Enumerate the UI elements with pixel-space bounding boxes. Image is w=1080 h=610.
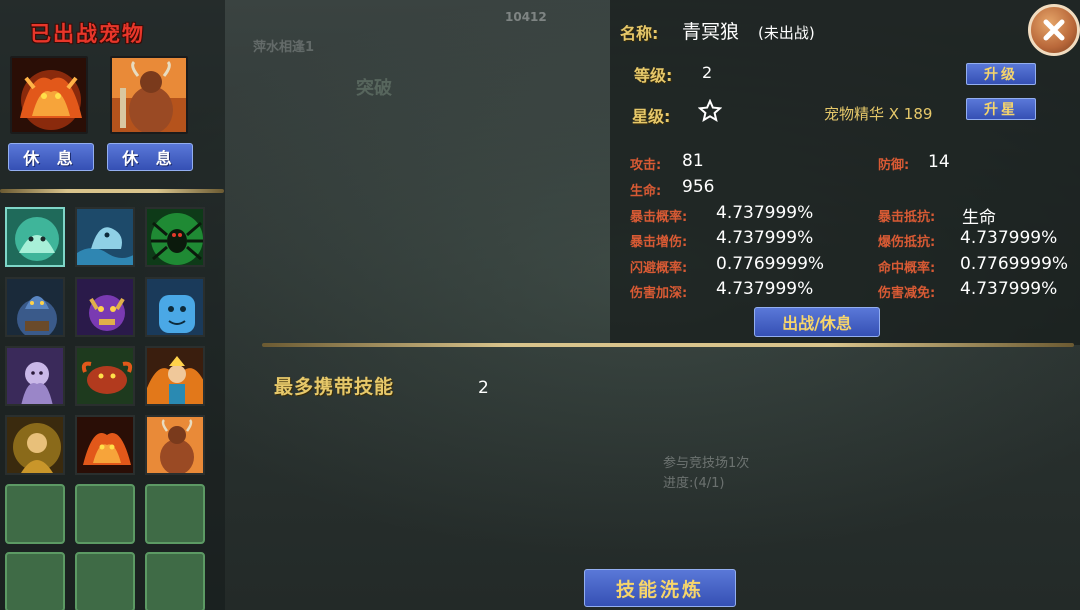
pet-slot-4[interactable]	[5, 277, 65, 337]
green-spirit-wolf-icon	[7, 209, 63, 265]
close-button[interactable]	[1028, 4, 1080, 56]
bg-side-text: 萍水相逢1	[253, 40, 315, 55]
bull-warrior-small-icon	[147, 417, 203, 473]
green-spider-icon	[147, 209, 203, 265]
pet-list-panel: 已出战宠物 休 息 休 息	[0, 0, 225, 610]
crit-resist-label: 暴击抵抗:	[878, 210, 936, 225]
purple-beast-icon	[77, 279, 133, 335]
defense-value: 14	[928, 152, 950, 172]
rest-button-2[interactable]: 休 息	[107, 143, 193, 171]
deployed-pet-portrait-2[interactable]	[110, 56, 188, 134]
hp-label: 生命:	[630, 184, 662, 199]
pet-slot-3[interactable]	[145, 207, 205, 267]
damage-reduce-label: 伤害减免:	[878, 286, 936, 301]
pet-slot-12[interactable]	[145, 415, 205, 475]
star-up-button[interactable]: 升星	[966, 98, 1036, 120]
blue-dragon-warrior-icon	[7, 279, 63, 335]
max-skills-value: 2	[478, 378, 489, 398]
pet-slot-9[interactable]	[145, 346, 205, 406]
pet-slot-8[interactable]	[75, 346, 135, 406]
level-value: 2	[702, 63, 713, 82]
skills-divider	[262, 343, 1074, 347]
crit-resist-value: 生命	[962, 208, 996, 228]
attack-label: 攻击:	[630, 158, 662, 173]
name-label: 名称:	[620, 24, 659, 43]
ice-golem-icon	[147, 279, 203, 335]
empty-pet-slot[interactable]	[145, 484, 205, 544]
red-crab-beast-icon	[77, 348, 133, 404]
pet-slot-10[interactable]	[5, 415, 65, 475]
empty-pet-slot[interactable]	[75, 484, 135, 544]
empty-pet-slot[interactable]	[5, 552, 65, 610]
ghost-maiden-icon	[7, 348, 63, 404]
star-icon	[698, 99, 722, 123]
pet-slot-5[interactable]	[75, 277, 135, 337]
pet-slot-7[interactable]	[5, 346, 65, 406]
pet-essence-count: 宠物精华 X 189	[824, 105, 933, 123]
deployed-pets-title: 已出战宠物	[30, 22, 145, 46]
crit-rate-value: 4.737999%	[716, 203, 814, 223]
phoenix-goddess-icon	[147, 348, 203, 404]
bull-warrior-icon	[112, 58, 186, 132]
pet-slot-2[interactable]	[75, 207, 135, 267]
bg-counter: 10412	[505, 10, 547, 24]
pet-slot-1[interactable]	[5, 207, 65, 267]
golden-sage-icon	[7, 417, 63, 473]
deploy-rest-button[interactable]: 出战/休息	[754, 307, 880, 337]
crit-damage-value: 4.737999%	[716, 228, 814, 248]
bg-quest-text: 参与竞技场1次	[663, 456, 750, 471]
crit-damage-resist-value: 4.737999%	[960, 228, 1058, 248]
deployed-pet-portrait-1[interactable]	[10, 56, 88, 134]
dodge-value: 0.7769999%	[716, 254, 825, 274]
defense-label: 防御:	[878, 158, 910, 173]
damage-deepen-label: 伤害加深:	[630, 286, 688, 301]
pet-status: (未出战)	[758, 24, 815, 42]
empty-pet-slot[interactable]	[145, 552, 205, 610]
pet-name: 青冥狼	[682, 21, 740, 43]
damage-deepen-value: 4.737999%	[716, 279, 814, 299]
close-icon	[1043, 19, 1065, 41]
fire-demon-small-icon	[77, 417, 133, 473]
hp-value: 956	[682, 177, 715, 197]
star-label: 星级:	[632, 107, 671, 126]
upgrade-button[interactable]: 升级	[966, 63, 1036, 85]
crit-damage-resist-label: 爆伤抵抗:	[878, 235, 936, 250]
pet-slot-6[interactable]	[145, 277, 205, 337]
hit-value: 0.7769999%	[960, 254, 1069, 274]
pet-slot-11[interactable]	[75, 415, 135, 475]
crit-damage-label: 暴击增伤:	[630, 235, 688, 250]
empty-pet-slot[interactable]	[5, 484, 65, 544]
empty-pet-slot[interactable]	[75, 552, 135, 610]
skill-refine-button[interactable]: 技能洗炼	[584, 569, 736, 607]
rest-button-1[interactable]: 休 息	[8, 143, 94, 171]
damage-reduce-value: 4.737999%	[960, 279, 1058, 299]
level-label: 等级:	[634, 66, 673, 85]
water-beast-icon	[77, 209, 133, 265]
crit-rate-label: 暴击概率:	[630, 210, 688, 225]
fire-demon-icon	[12, 58, 86, 132]
dodge-label: 闪避概率:	[630, 261, 688, 276]
hit-label: 命中概率:	[878, 261, 936, 276]
bg-quest-progress: 进度:(4/1)	[663, 476, 725, 491]
max-skills-label: 最多携带技能	[274, 376, 395, 398]
attack-value: 81	[682, 151, 704, 171]
bg-breakthrough: 突破	[356, 78, 392, 99]
left-divider	[0, 189, 224, 193]
